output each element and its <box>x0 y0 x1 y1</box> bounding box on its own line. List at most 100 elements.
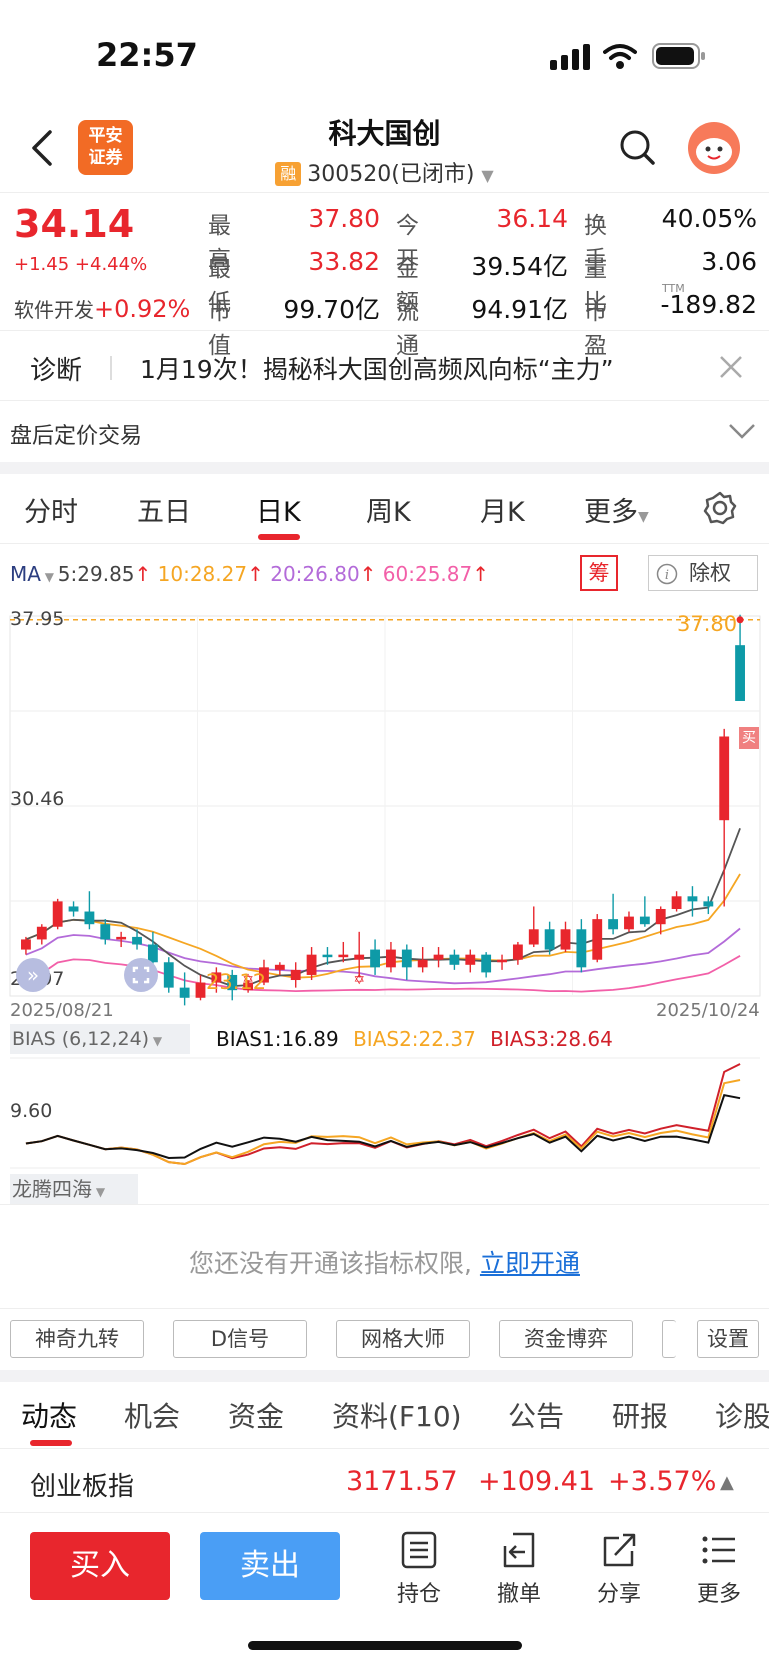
ma60-value: 60:25.87 <box>382 562 473 586</box>
status-bar: 22:57 <box>0 0 769 110</box>
up-arrow-icon: ↑ <box>247 562 264 586</box>
candle-body <box>481 954 492 973</box>
tab-weekly-k[interactable]: 周K <box>366 490 411 529</box>
candle-body <box>465 954 476 965</box>
bias-selector[interactable]: BIAS (6,12,24) ▼ <box>10 1024 190 1054</box>
notice-text: 您还没有开通该指标权限, <box>189 1249 472 1278</box>
menu-list-icon <box>702 1536 735 1564</box>
stock-code: 300520(已闭市) <box>307 162 475 187</box>
tab-research[interactable]: 研报 <box>612 1395 668 1435</box>
quote-field-value: 33.82 <box>308 247 380 276</box>
candle-body <box>639 916 650 925</box>
margin-badge: 融 <box>275 162 302 186</box>
tab-intraday[interactable]: 分时 <box>24 490 78 529</box>
activate-link[interactable]: 立即开通 <box>480 1249 580 1278</box>
indicator-settings-button[interactable]: 设置 <box>697 1320 759 1358</box>
ex-rights-label: 除权 <box>689 561 731 585</box>
tab-daily-k[interactable]: 日K <box>256 490 301 529</box>
chevron-down-icon[interactable] <box>728 422 756 440</box>
bias-axis-label: 9.60 <box>10 1100 53 1122</box>
candle-body <box>592 919 603 960</box>
candle-body <box>497 959 507 963</box>
share-icon <box>603 1533 636 1567</box>
candle-body <box>417 959 428 968</box>
chip-distribution-button[interactable]: 筹 <box>580 555 618 591</box>
divider <box>0 1448 769 1449</box>
candle-body <box>163 962 174 988</box>
tab-funds[interactable]: 资金 <box>228 1395 284 1435</box>
index-value: 3171.57 <box>346 1466 458 1497</box>
indicator-button-partial[interactable] <box>662 1320 676 1358</box>
expand-left-icon[interactable]: » <box>16 958 50 992</box>
fullscreen-icon[interactable] <box>124 958 158 992</box>
tab-more[interactable]: 更多▼ <box>584 490 649 529</box>
sector-row[interactable]: 软件开发+0.92% <box>14 294 190 323</box>
indicator-button-fund-game[interactable]: 资金博弈 <box>499 1320 633 1358</box>
candle-body <box>84 911 95 925</box>
candle-body <box>512 944 523 960</box>
home-indicator <box>248 1641 522 1650</box>
tab-monthly-k[interactable]: 月K <box>480 490 525 529</box>
section-gap <box>0 462 769 474</box>
candlestick-chart[interactable]: ✡ ✡ <box>0 600 769 1020</box>
candle-body <box>719 736 730 821</box>
cancel-order-button[interactable]: 撤单 <box>489 1530 549 1608</box>
sell-button[interactable]: 卖出 <box>200 1532 340 1600</box>
tab-diagnosis[interactable]: 诊股 <box>715 1395 769 1435</box>
sector-pct: +0.92% <box>94 295 191 323</box>
quote-field-value: -189.82 <box>660 290 758 319</box>
change-abs: +1.45 <box>14 254 70 275</box>
undo-icon <box>503 1532 535 1568</box>
up-arrow-icon: ↑ <box>134 562 152 586</box>
bias1-value: BIAS1:16.89 <box>216 1027 339 1051</box>
share-button[interactable]: 分享 <box>589 1530 649 1608</box>
up-arrow-icon: ↑ <box>359 562 377 586</box>
cancel-label: 撤单 <box>496 1582 541 1607</box>
expand-up-icon[interactable]: ▲ <box>720 1472 734 1493</box>
candle-body <box>433 954 444 960</box>
tab-five-day[interactable]: 五日 <box>137 490 191 529</box>
bias2-line <box>25 1079 741 1166</box>
share-label: 分享 <box>596 1582 641 1607</box>
close-icon[interactable] <box>718 354 744 380</box>
tab-opportunity[interactable]: 机会 <box>124 1395 180 1435</box>
holdings-button[interactable]: 持仓 <box>389 1530 449 1608</box>
candle-body <box>370 949 380 968</box>
active-tab-indicator <box>258 534 300 540</box>
candle-body <box>544 929 555 950</box>
avatar[interactable] <box>688 122 740 174</box>
battery-icon <box>652 43 705 69</box>
index-name[interactable]: 创业板指 <box>30 1466 134 1503</box>
settings-gear-icon[interactable] <box>702 490 738 526</box>
permission-notice: 您还没有开通该指标权限, 立即开通 <box>0 1244 769 1280</box>
buy-button[interactable]: 买入 <box>30 1532 170 1600</box>
section-gap <box>0 1370 769 1382</box>
indicator-button-magic-nine[interactable]: 神奇九转 <box>10 1320 144 1358</box>
tab-f10[interactable]: 资料(F10) <box>332 1395 462 1435</box>
indicator-button-grid-master[interactable]: 网格大师 <box>336 1320 470 1358</box>
candle-body <box>100 924 111 940</box>
search-icon[interactable] <box>618 128 656 168</box>
bias-values: BIAS1:16.89 BIAS2:22.37 BIAS3:28.64 <box>216 1027 613 1051</box>
after-hours-label[interactable]: 盘后定价交易 <box>10 418 142 450</box>
diagnosis-headline[interactable]: 1月19次！揭秘科大国创高频风向标“主力” <box>140 350 614 386</box>
document-icon <box>401 1531 437 1569</box>
ma-label[interactable]: MA <box>10 562 41 586</box>
price-change: +1.45 +4.44% <box>14 254 147 275</box>
active-tab-indicator <box>30 1440 72 1446</box>
candle-body <box>401 949 412 968</box>
longteng-selector[interactable]: 龙腾四海 ▼ <box>10 1174 138 1204</box>
divider <box>0 192 769 193</box>
svg-text:i: i <box>665 568 669 583</box>
tab-announcements[interactable]: 公告 <box>508 1395 564 1435</box>
candle-body <box>560 929 571 950</box>
tab-news[interactable]: 动态 <box>21 1395 77 1435</box>
star-marker: ✡ <box>353 972 365 988</box>
indicator-button-d-signal[interactable]: D信号 <box>173 1320 307 1358</box>
bias-chart[interactable] <box>0 1056 769 1172</box>
longteng-label: 龙腾四海 <box>12 1177 92 1201</box>
candle-body <box>68 906 79 912</box>
more-button[interactable]: 更多 <box>689 1530 749 1608</box>
divider <box>0 1512 769 1513</box>
index-pct: +3.57% <box>608 1466 717 1497</box>
